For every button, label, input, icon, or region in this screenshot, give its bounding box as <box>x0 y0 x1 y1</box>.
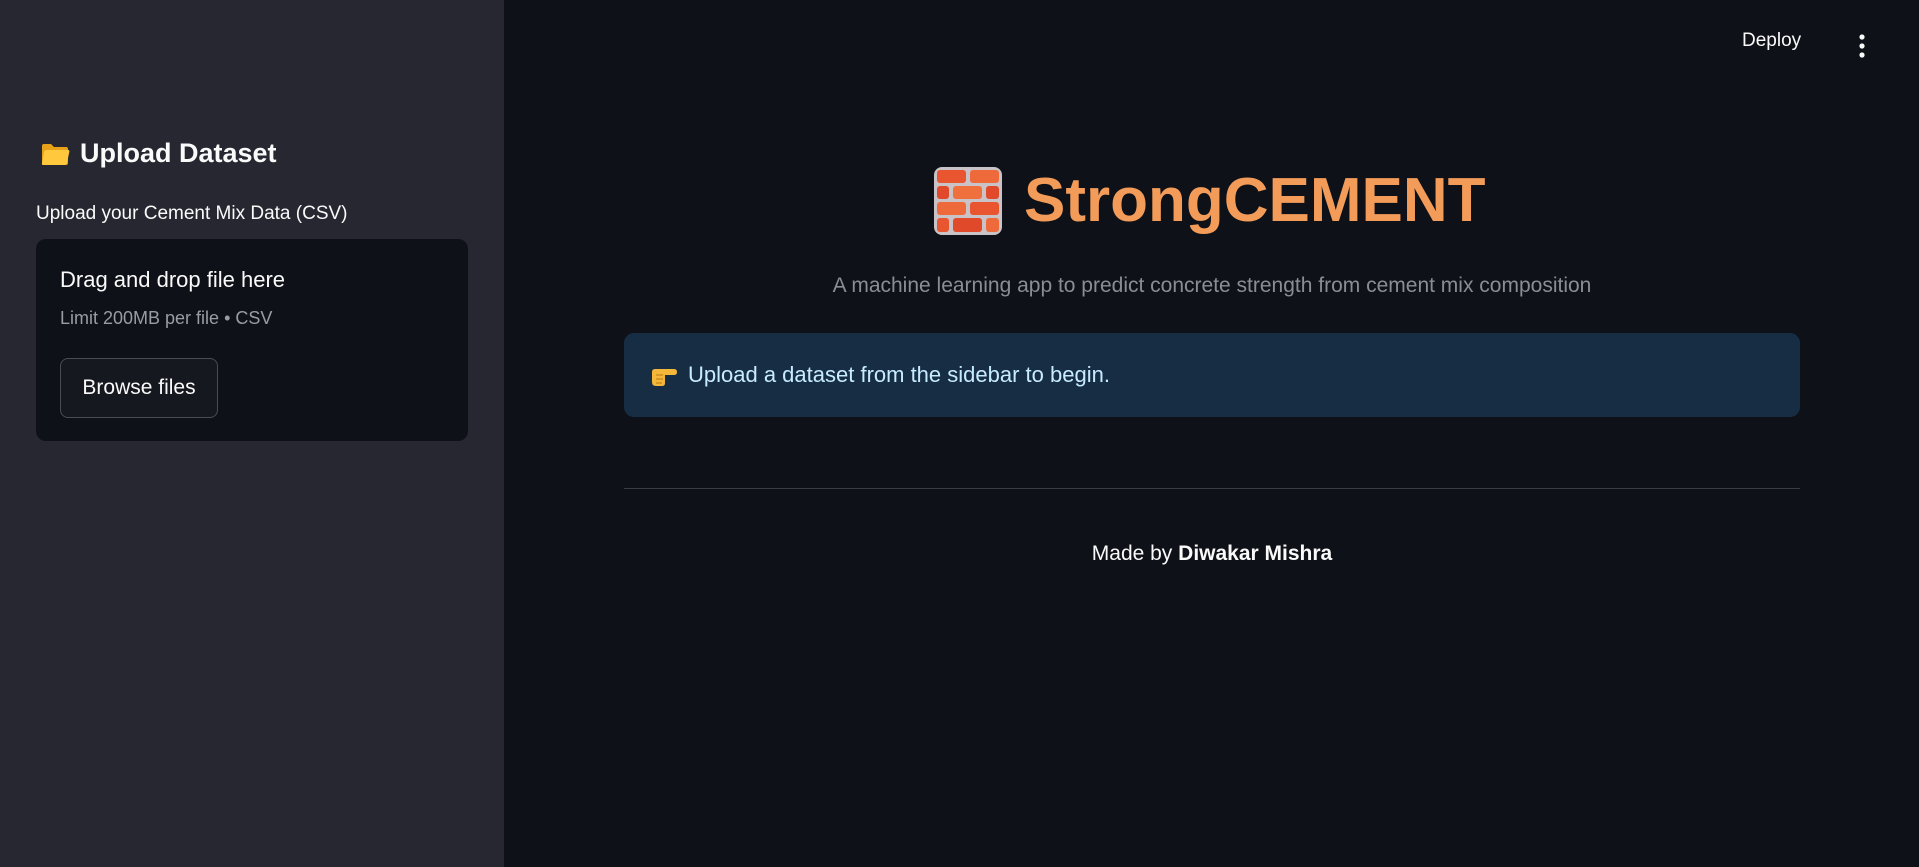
more-vertical-icon[interactable] <box>1854 33 1870 59</box>
title-text: StrongCEMENT <box>1024 166 1486 235</box>
footer-credit: Made by Diwakar Mishra <box>624 542 1800 566</box>
sidebar-header: Upload Dataset <box>40 138 277 169</box>
file-dropzone[interactable]: Drag and drop file here Limit 200MB per … <box>36 239 468 441</box>
pointing-hand-icon <box>650 363 678 387</box>
deploy-button[interactable]: Deploy <box>1742 30 1801 52</box>
uploader-label: Upload your Cement Mix Data (CSV) <box>36 203 348 224</box>
footer-author: Diwakar Mishra <box>1178 542 1333 565</box>
sidebar-header-text: Upload Dataset <box>80 138 277 168</box>
subtitle: A machine learning app to predict concre… <box>832 274 1592 297</box>
browse-files-button[interactable]: Browse files <box>60 358 218 418</box>
brick-icon <box>934 166 1002 235</box>
dropzone-limit: Limit 200MB per file • CSV <box>60 308 273 328</box>
info-text: Upload a dataset from the sidebar to beg… <box>688 362 1110 387</box>
folder-icon <box>40 141 70 167</box>
sidebar: Upload Dataset Upload your Cement Mix Da… <box>0 0 504 867</box>
footer-prefix: Made by <box>1091 542 1179 565</box>
divider <box>624 488 1800 489</box>
app: Upload Dataset Upload your Cement Mix Da… <box>0 0 1919 867</box>
info-alert: Upload a dataset from the sidebar to beg… <box>624 333 1800 417</box>
page-title: StrongCEMENT <box>934 165 1486 236</box>
dropzone-title: Drag and drop file here <box>60 267 286 292</box>
